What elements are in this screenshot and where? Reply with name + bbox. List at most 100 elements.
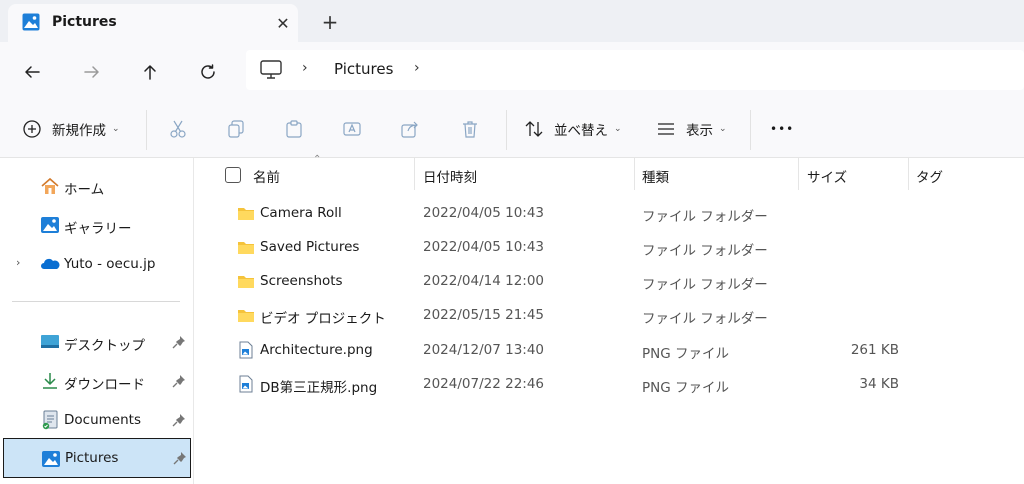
file-row[interactable]: Camera Roll 2022/04/05 10:43 ファイル フォルダー (195, 196, 1024, 230)
file-row[interactable]: Saved Pictures 2022/04/05 10:43 ファイル フォル… (195, 230, 1024, 264)
file-row[interactable]: DB第三正規形.png 2024/07/22 22:46 PNG ファイル 34… (195, 367, 1024, 401)
sidebar-item-label: ホーム (64, 182, 105, 198)
folder-icon (238, 310, 254, 322)
file-type: ファイル フォルダー (642, 311, 768, 327)
new-button-label: 新規作成 (52, 123, 106, 139)
sidebar-item-label: デスクトップ (64, 338, 145, 354)
sidebar-item-pictures[interactable]: Pictures (3, 438, 191, 478)
column-type[interactable]: 種類 (642, 166, 669, 186)
file-date: 2024/07/22 22:46 (423, 376, 545, 392)
pin-icon[interactable] (172, 413, 186, 427)
sidebar-item-label: Pictures (65, 450, 119, 466)
home-icon (41, 177, 59, 194)
arrow-left-icon (25, 66, 40, 78)
pin-icon[interactable] (173, 451, 187, 465)
select-all-checkbox[interactable] (225, 167, 241, 183)
file-name: Screenshots (260, 273, 343, 289)
onedrive-icon (41, 258, 60, 269)
sidebar-item-gallery[interactable]: ギャラリー (0, 207, 194, 243)
close-tab-icon[interactable]: ✕ (270, 10, 296, 36)
scissors-icon (170, 120, 186, 138)
rename-button[interactable] (342, 113, 362, 145)
toolbar-divider (506, 110, 507, 150)
chevron-down-icon: ⌄ (719, 124, 727, 134)
up-button[interactable] (134, 56, 166, 88)
chevron-down-icon: ⌄ (614, 124, 622, 134)
column-divider[interactable] (798, 158, 799, 190)
documents-icon (42, 410, 58, 430)
file-size: 261 KB (850, 342, 899, 358)
column-size[interactable]: サイズ (807, 166, 847, 186)
breadcrumb-separator[interactable]: › (302, 60, 308, 76)
image-file-icon (239, 341, 253, 359)
copy-button[interactable] (226, 113, 246, 145)
rename-icon (343, 122, 361, 136)
new-tab-button[interactable]: + (316, 8, 344, 36)
download-icon (43, 373, 57, 389)
column-divider[interactable] (634, 158, 635, 190)
breadcrumb-pictures[interactable]: Pictures (334, 60, 393, 78)
forward-button[interactable] (76, 56, 108, 88)
plus-circle-icon (23, 120, 41, 138)
arrow-right-icon (84, 66, 99, 78)
desktop-icon (41, 335, 59, 348)
clipboard-icon (286, 120, 302, 138)
cut-button[interactable] (168, 113, 188, 145)
column-date[interactable]: 日付時刻 (423, 166, 477, 186)
computer-icon (260, 60, 282, 79)
file-date: 2022/04/05 10:43 (423, 239, 545, 255)
sidebar-item-desktop[interactable]: デスクトップ (0, 324, 194, 360)
file-type: ファイル フォルダー (642, 277, 768, 293)
new-button[interactable]: 新規作成 ⌄ (22, 113, 120, 145)
sidebar-divider (12, 301, 180, 302)
sidebar-item-label: ギャラリー (64, 221, 132, 237)
breadcrumb-separator[interactable]: › (414, 60, 420, 76)
file-row[interactable]: ビデオ プロジェクト 2022/05/15 21:45 ファイル フォルダー (195, 298, 1024, 332)
pin-icon[interactable] (172, 374, 186, 388)
file-row[interactable]: Screenshots 2022/04/14 12:00 ファイル フォルダー (195, 264, 1024, 298)
toolbar-divider (146, 110, 147, 150)
refresh-button[interactable] (192, 56, 224, 88)
column-header: ⌃ 名前 日付時刻 種類 サイズ タグ (195, 154, 1024, 190)
column-name[interactable]: 名前 (253, 166, 280, 186)
chevron-right-icon[interactable]: › (16, 256, 20, 269)
sidebar-item-home[interactable]: ホーム (0, 168, 194, 204)
file-list: ⌃ 名前 日付時刻 種類 サイズ タグ Camera Roll 2022/04/… (195, 154, 1024, 484)
pin-icon[interactable] (172, 335, 186, 349)
chevron-down-icon: ⌄ (112, 124, 120, 134)
sidebar-item-onedrive[interactable]: › Yuto - oecu.jp (0, 246, 194, 282)
folder-icon (238, 242, 254, 254)
view-button[interactable]: 表示 ⌄ (656, 113, 727, 145)
folder-icon (238, 276, 254, 288)
file-type: PNG ファイル (642, 380, 729, 396)
sort-icon (525, 121, 543, 137)
address-bar[interactable]: › Pictures › (246, 50, 1024, 90)
column-divider[interactable] (908, 158, 909, 190)
paste-button[interactable] (284, 113, 304, 145)
file-row[interactable]: Architecture.png 2024/12/07 13:40 PNG ファ… (195, 333, 1024, 367)
back-button[interactable] (16, 56, 48, 88)
sidebar-item-label: ダウンロード (64, 377, 145, 393)
gallery-icon (41, 217, 59, 233)
sort-button[interactable]: 並べ替え ⌄ (524, 113, 622, 145)
more-icon: ••• (770, 122, 795, 136)
toolbar-divider (750, 110, 751, 150)
column-divider[interactable] (414, 158, 415, 190)
arrow-up-icon (144, 65, 156, 80)
sidebar-item-documents[interactable]: Documents (0, 402, 194, 438)
sidebar-item-downloads[interactable]: ダウンロード (0, 363, 194, 399)
pictures-icon (42, 451, 60, 467)
sidebar-item-label: Documents (64, 412, 141, 428)
share-button[interactable] (400, 113, 420, 145)
tab-title: Pictures (52, 14, 117, 30)
file-size: 34 KB (859, 376, 899, 392)
column-tag[interactable]: タグ (916, 166, 943, 186)
trash-icon (463, 121, 477, 138)
more-options-button[interactable]: ••• (770, 113, 794, 145)
file-type: ファイル フォルダー (642, 209, 768, 225)
delete-button[interactable] (460, 113, 480, 145)
file-name: Architecture.png (260, 342, 373, 358)
tab-pictures[interactable]: Pictures ✕ (8, 4, 298, 42)
file-type: PNG ファイル (642, 346, 729, 362)
view-button-label: 表示 (686, 123, 713, 139)
